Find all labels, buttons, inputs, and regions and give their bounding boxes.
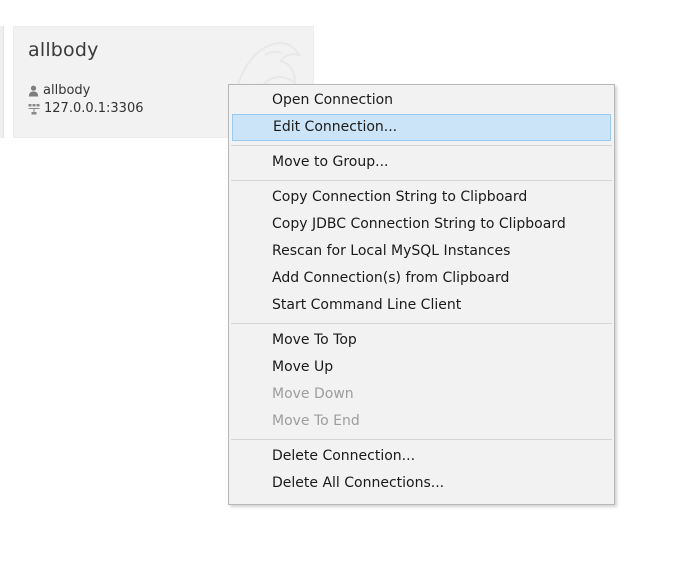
menu-separator (231, 323, 612, 324)
connection-context-menu: Open Connection Edit Connection... Move to… (228, 84, 615, 505)
connection-user: allbody (43, 83, 91, 98)
menu-item-rescan-for-local-mysql-instances[interactable]: Rescan for Local MySQL Instances (232, 238, 611, 265)
menu-item-edit-connection[interactable]: Edit Connection... (232, 114, 611, 141)
menu-item-copy-connection-string-to-clipboard[interactable]: Copy Connection String to Clipboard (232, 184, 611, 211)
menu-item-start-command-line-client[interactable]: Start Command Line Client (232, 292, 611, 319)
menu-separator (231, 439, 612, 440)
menu-item-move-down: Move Down (272, 386, 354, 402)
adjacent-connection-tile-edge[interactable] (0, 26, 4, 138)
menu-separator (231, 180, 612, 181)
menu-item-move-to-top[interactable]: Move To Top (232, 327, 611, 354)
connection-host: 127.0.0.1:3306 (44, 101, 144, 116)
menu-item-open-connection[interactable]: Open Connection (232, 87, 611, 114)
menu-item-move-up[interactable]: Move Up (232, 354, 611, 381)
network-icon (28, 103, 40, 114)
menu-item-add-connection-s-from-clipboard[interactable]: Add Connection(s) from Clipboard (232, 265, 611, 292)
menu-separator (231, 145, 612, 146)
user-icon (28, 85, 39, 96)
menu-item-copy-jdbc-connection-string-to-clipboard[interactable]: Copy JDBC Connection String to Clipboard (232, 211, 611, 238)
connection-user-row: allbody (28, 83, 90, 98)
menu-item-delete-connection[interactable]: Delete Connection... (232, 443, 611, 470)
menu-item-delete-all-connections[interactable]: Delete All Connections... (232, 470, 611, 497)
connection-host-row: 127.0.0.1:3306 (28, 101, 144, 116)
menu-item-move-to-group[interactable]: Move to Group... (232, 149, 611, 176)
menu-item-move-to-end: Move To End (272, 413, 360, 429)
connection-name: allbody (28, 39, 99, 61)
workbench-home: allbody allbody 127.0.0.1:3306 Open Conn… (0, 0, 699, 567)
